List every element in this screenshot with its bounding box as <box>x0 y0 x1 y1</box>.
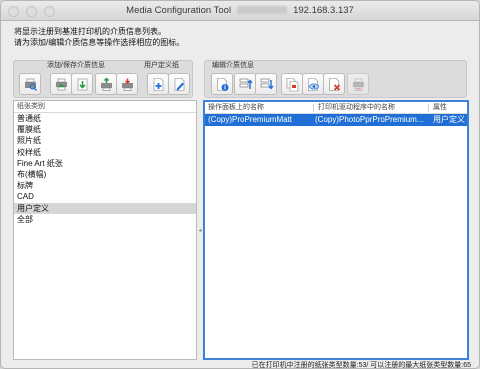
download-arrow-icon <box>77 78 87 90</box>
printer-upload-icon <box>100 76 112 91</box>
list-item[interactable]: 全部 <box>14 214 196 225</box>
redacted-printer-name <box>237 6 288 14</box>
document-add-icon <box>153 77 163 91</box>
printer-search-icon <box>24 78 37 91</box>
save-to-printer-button[interactable] <box>95 73 117 95</box>
cell-attribute: 用户定义 <box>433 115 465 124</box>
media-table[interactable]: 操作面板上的名称 打印机驱动程序中的名称 属性 (Copy)ProPremium… <box>203 100 469 360</box>
paper-category-list[interactable]: 纸张类别 普通纸 覆膜纸 照片纸 校样纸 Fine Art 纸张 布(横幅) 标… <box>13 100 197 360</box>
document-copy-icon <box>286 77 298 91</box>
status-bar-text: 已在打印机中注册的纸张类型数量:53/ 可以注册的最大纸张类型数量:65 <box>251 362 471 369</box>
column-divider <box>428 104 429 112</box>
add-custom-paper-button[interactable] <box>147 73 169 95</box>
delete-media-button[interactable] <box>323 73 345 95</box>
reorder-up-icon <box>239 78 253 89</box>
import-media-button[interactable] <box>71 73 93 95</box>
document-view-icon <box>307 77 319 91</box>
intro-line-1: 将显示注册到基准打印机的介质信息列表。 <box>14 27 166 36</box>
cell-panel-name: (Copy)ProPremiumMatt <box>208 115 293 124</box>
table-header: 操作面板上的名称 打印机驱动程序中的名称 属性 <box>205 102 467 114</box>
move-up-button[interactable] <box>234 73 256 95</box>
window-title-ip: 192.168.3.137 <box>293 5 354 16</box>
column-header-attribute[interactable]: 属性 <box>433 102 447 114</box>
list-item[interactable]: 标牌 <box>14 180 196 191</box>
edit-custom-paper-button[interactable] <box>168 73 190 95</box>
app-window: Media Configuration Tool 192.168.3.137 将显… <box>0 0 480 369</box>
reorder-down-icon <box>260 78 274 90</box>
printer-add-icon <box>55 78 67 90</box>
window-title: Media Configuration Tool 192.168.3.137 <box>1 5 479 16</box>
column-divider <box>313 104 314 112</box>
media-info-button[interactable] <box>211 73 233 95</box>
print-test-button[interactable] <box>347 73 369 95</box>
add-media-button[interactable] <box>50 73 72 95</box>
intro-text: 将显示注册到基准打印机的介质信息列表。 请为添加/编辑介质信息等操作选择相应的图… <box>14 26 184 48</box>
title-bar[interactable]: Media Configuration Tool 192.168.3.137 <box>1 1 479 21</box>
document-info-icon <box>216 77 228 91</box>
list-item[interactable]: 布(横幅) <box>14 169 196 180</box>
list-item[interactable]: 普通纸 <box>14 113 196 124</box>
intro-line-2: 请为添加/编辑介质信息等操作选择相应的图标。 <box>14 38 185 47</box>
list-item-selected[interactable]: 用户定义 <box>14 202 196 214</box>
list-item[interactable]: 照片纸 <box>14 135 196 146</box>
search-printer-button[interactable] <box>19 73 41 95</box>
column-header-panel-name[interactable]: 操作面板上的名称 <box>208 102 264 114</box>
printer-remove-icon <box>121 78 133 91</box>
document-delete-icon <box>328 77 340 91</box>
window-title-text: Media Configuration Tool <box>126 5 232 16</box>
list-item[interactable]: CAD <box>14 191 196 202</box>
column-header-driver-name[interactable]: 打印机驱动程序中的名称 <box>318 102 395 114</box>
table-row[interactable]: (Copy)ProPremiumMatt (Copy)PhotoPprProPr… <box>205 114 467 126</box>
add-save-group-label: 添加/保存介质信息 <box>47 62 105 69</box>
copy-media-button[interactable] <box>281 73 303 95</box>
move-down-button[interactable] <box>255 73 277 95</box>
splitter-handle[interactable]: ◂ <box>198 227 202 235</box>
delete-from-printer-button[interactable] <box>116 73 138 95</box>
list-item[interactable]: 覆膜纸 <box>14 124 196 135</box>
list-item[interactable]: 校样纸 <box>14 147 196 158</box>
printer-output-icon <box>352 78 364 91</box>
view-media-button[interactable] <box>302 73 324 95</box>
cell-driver-name: (Copy)PhotoPprProPremium... <box>315 115 424 124</box>
edit-group-label: 编辑介质信息 <box>212 62 254 69</box>
document-edit-icon <box>174 77 184 91</box>
list-item[interactable]: Fine Art 纸张 <box>14 158 196 169</box>
custom-paper-group-label: 用户定义纸 <box>144 62 179 69</box>
paper-category-header: 纸张类别 <box>14 101 196 113</box>
